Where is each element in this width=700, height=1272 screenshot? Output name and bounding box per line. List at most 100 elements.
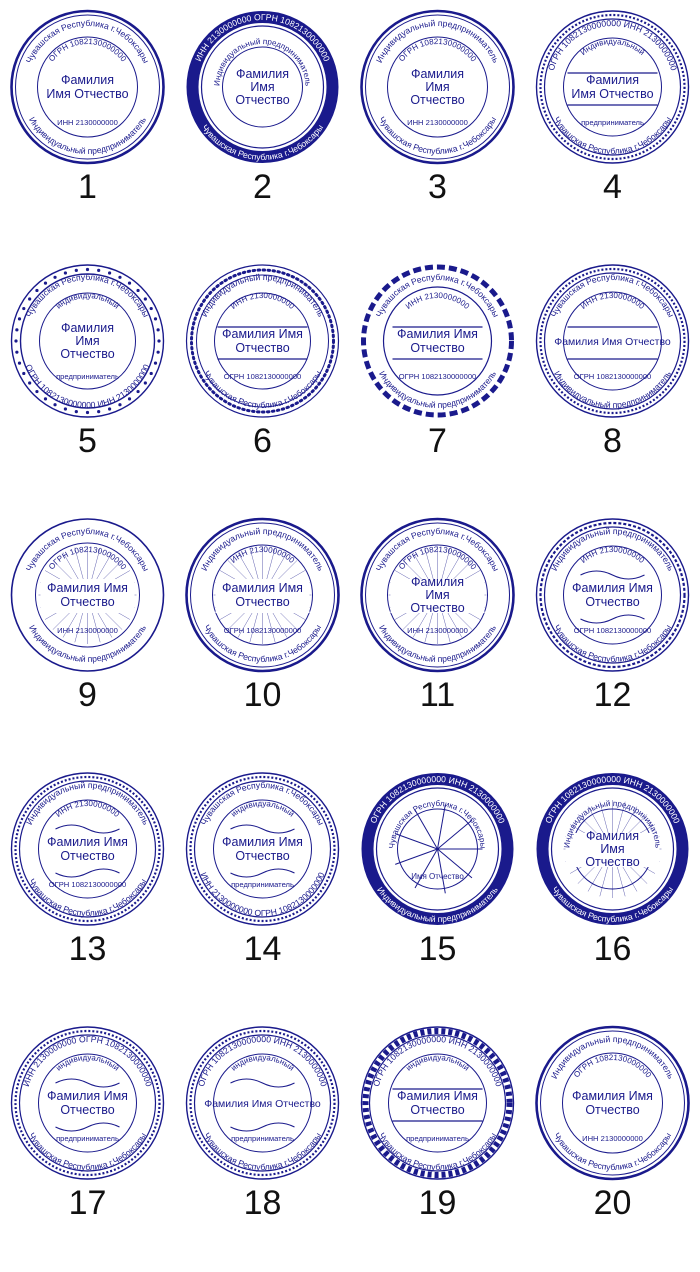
stamp-cell: Чувашская Республика г.Чебоксары ИНН 2130… [175, 764, 350, 1018]
stamp-inner-bottom-text: ИНН 2130000000 [407, 118, 468, 127]
stamp-center-name: Фамилия [61, 321, 114, 335]
star-mark [63, 271, 68, 275]
stamp-graphic: Индивидуальный предпринимательЧувашская … [185, 264, 340, 418]
stamp-inner-bottom-text: ИНН 2130000000 [407, 626, 468, 635]
stamp-center-name: Фамилия Имя Отчество [554, 336, 671, 348]
star-mark [43, 281, 48, 285]
stamp-center-name: Фамилия Имя [572, 581, 653, 595]
stamp-cell: ОГРН 1082130000000 ИНН 2130000000 Чувашск… [525, 764, 700, 1018]
stamp-graphic: ОГРН 1082130000000 ИНН 2130000000Чувашск… [185, 1026, 340, 1180]
stamp-number: 18 [243, 1184, 282, 1222]
stamp-inner-text: индивидуальный [54, 291, 121, 311]
stamp-center-name: Фамилия Имя [222, 327, 303, 341]
star-mark [153, 361, 158, 365]
stamp-graphic: ОГРН 1082130000000 ИНН 2130000000Чувашск… [535, 10, 690, 164]
star-mark [85, 267, 90, 272]
star-mark [74, 410, 78, 414]
star-mark [118, 275, 122, 279]
stamp-number: 16 [593, 930, 632, 968]
stamp-inner-text: Индивидуальный [579, 37, 647, 57]
stamp-inner-text: ОГРН 1082130000000 [572, 1053, 653, 1080]
stamp-graphic: Чувашская Республика г.ЧебоксарыОГРН 108… [10, 264, 165, 418]
stamp-cell: ОГРН 1082130000000 ИНН 2130000000 Чувашск… [525, 2, 700, 256]
stamp-center-name: Отчество [235, 341, 289, 355]
stamp-graphic: Индивидуальный предпринимательЧувашская … [535, 518, 690, 672]
star-mark [149, 306, 153, 311]
stamp-center-name: Фамилия Имя Отчество [204, 1098, 321, 1110]
stamp-center-name: Фамилия [411, 575, 464, 589]
stamp-number: 8 [603, 422, 622, 460]
stamp-inner-text: индивидуальный [229, 1053, 296, 1073]
stamp-number: 19 [418, 1184, 457, 1222]
stamp-number: 9 [78, 676, 97, 714]
stamp-inner-bottom-text: ИНН 2130000000 [57, 626, 118, 635]
star-mark [107, 271, 112, 275]
stamp-cell: Индивидуальный предприниматель Чувашская … [525, 510, 700, 764]
stamp-inner-text: ИНН 2130000000 [229, 545, 297, 565]
star-mark [22, 306, 26, 311]
star-mark [22, 371, 26, 376]
stamp-inner-text: Чувашская Республика г.Чебоксары [387, 799, 487, 849]
flourish-ornament [230, 1122, 295, 1132]
stamp-center-name: Фамилия Имя [47, 1089, 128, 1103]
flourish-ornament [55, 1122, 120, 1132]
stamp-inner-bottom-text: ОГРН 1082130000000 [574, 372, 652, 381]
stamp-number: 20 [593, 1184, 632, 1222]
stamp-cell: Индивидуальный предприниматель Чувашская … [525, 1018, 700, 1272]
stamp-graphic: Чувашская Республика г.ЧебоксарыИндивиду… [361, 264, 514, 418]
star-mark [97, 268, 101, 272]
star-mark [35, 389, 39, 394]
stamp-catalog: Чувашская Республика г.Чебоксары Индивиду… [0, 0, 700, 1220]
stamp-inner-text: ОГРН 1082130000000 [47, 545, 128, 572]
stamp-center-name: Фамилия [586, 73, 639, 87]
star-mark [28, 381, 32, 385]
stamp-center-name: Отчество [410, 93, 464, 107]
star-mark [156, 350, 160, 354]
stamp-inner-bottom-text: предприниматель [581, 118, 644, 127]
stamp-center-name: Фамилия Имя [222, 581, 303, 595]
stamp-center-name: Имя [600, 842, 624, 856]
stamp-inner-bottom-text: ОГРН 1082130000000 [224, 626, 302, 635]
star-ray [437, 804, 446, 850]
star-mark [63, 407, 68, 411]
stamp-center-name: Фамилия Имя [572, 1089, 653, 1103]
stamp-inner-text: ОГРН 1082130000000 [397, 545, 478, 572]
stamp-center-name: Фамилия Имя [222, 835, 303, 849]
stamp-inner-bottom-text: ОГРН 1082130000000 [49, 880, 127, 889]
stamp-inner-bottom-text: ОГРН 1082130000000 [399, 372, 477, 381]
star-mark [136, 389, 140, 394]
flourish-ornament [230, 1078, 295, 1088]
stamp-graphic: Чувашская Республика г.ЧебоксарыИНН 2130… [185, 772, 340, 926]
stamp-cell: Индивидуальный предприниматель Чувашская … [0, 764, 175, 1018]
stamp-graphic: ОГРН 1082130000000 ИНН 2130000000Чувашск… [536, 773, 689, 925]
flourish-ornament [55, 824, 120, 834]
stamp-graphic: Чувашская Республика г.ЧебоксарыИндивиду… [360, 517, 515, 673]
star-mark [15, 350, 19, 354]
stamp-graphic: ОГРН 1082130000000 ИНН 2130000000Чувашск… [360, 1026, 515, 1180]
stamp-cell: Чувашская Республика г.Чебоксары Индивиду… [350, 256, 525, 510]
star-mark [53, 403, 57, 407]
stamp-outer-bottom-text: Индивидуальный предприниматель [375, 885, 500, 925]
star-mark [149, 371, 153, 376]
stamp-inner-text: ИНН 2130000000 [404, 291, 472, 311]
stamp-center-name: Отчество [585, 1103, 639, 1117]
stamp-cell: Чувашская Республика г.Чебоксары ОГРН 108… [0, 256, 175, 510]
stamp-center-name: Фамилия [236, 67, 289, 81]
stamp-graphic: Чувашская Республика г.ЧебоксарыИндивиду… [535, 264, 690, 418]
stamp-graphic: Индивидуальный предпринимательЧувашская … [185, 517, 340, 673]
stamp-cell: Индивидуальный предприниматель Чувашская … [175, 510, 350, 764]
flourish-ornament [55, 868, 120, 878]
flourish-ornament [580, 614, 645, 624]
star-mark [53, 275, 57, 279]
stamp-center-name: Фамилия [61, 73, 114, 87]
stamp-number: 15 [418, 930, 457, 968]
star-mark [107, 407, 112, 411]
stamp-number: 5 [78, 422, 97, 460]
stamp-center-name: Отчество [585, 855, 639, 869]
star-mark [85, 410, 90, 415]
stamp-center-name: Фамилия Имя [47, 835, 128, 849]
stamp-graphic: ИНН 2130000000 ОГРН 1082130000000Чувашск… [186, 11, 339, 163]
stamp-number: 1 [78, 168, 97, 206]
star-mark [43, 397, 48, 401]
stamp-center-name: Отчество [235, 93, 289, 107]
